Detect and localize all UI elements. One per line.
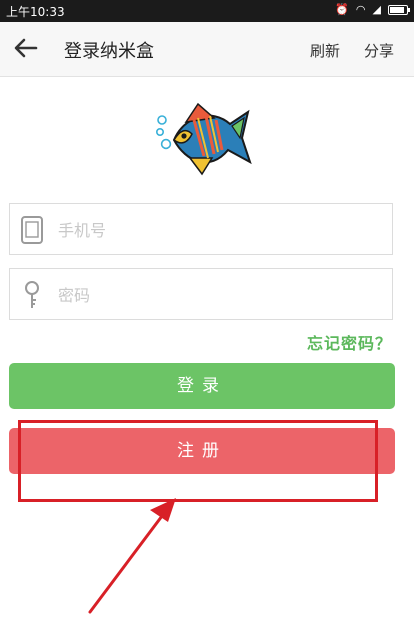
password-input[interactable] (56, 279, 380, 311)
forgot-password-link[interactable]: 忘记密码？ (307, 330, 392, 354)
status-time: 上午10:33 (6, 5, 65, 19)
signal-icon: ◢ (372, 3, 381, 16)
refresh-button[interactable]: 刷新 (310, 40, 340, 61)
share-button[interactable]: 分享 (364, 40, 394, 61)
status-bar: 上午10:33 ⏰ ◠ ◢ (0, 0, 414, 22)
alarm-icon: ⏰ (335, 3, 349, 16)
app-header: 登录纳米盒 刷新 分享 (0, 22, 414, 77)
phone-icon (21, 216, 43, 244)
page-title: 登录纳米盒 (64, 41, 154, 62)
password-field[interactable] (9, 268, 393, 320)
phone-field[interactable] (9, 203, 393, 255)
wifi-icon: ◠ (355, 3, 366, 16)
battery-icon (388, 5, 410, 15)
register-button[interactable]: 注册 (9, 428, 395, 474)
back-arrow-icon[interactable] (12, 34, 40, 62)
phone-input[interactable] (56, 214, 380, 246)
key-icon (25, 281, 39, 308)
login-button[interactable]: 登录 (9, 363, 395, 409)
annotation-arrow (88, 498, 176, 614)
fish-logo (156, 102, 252, 176)
status-icons: ⏰ ◠ ◢ (335, 3, 410, 17)
